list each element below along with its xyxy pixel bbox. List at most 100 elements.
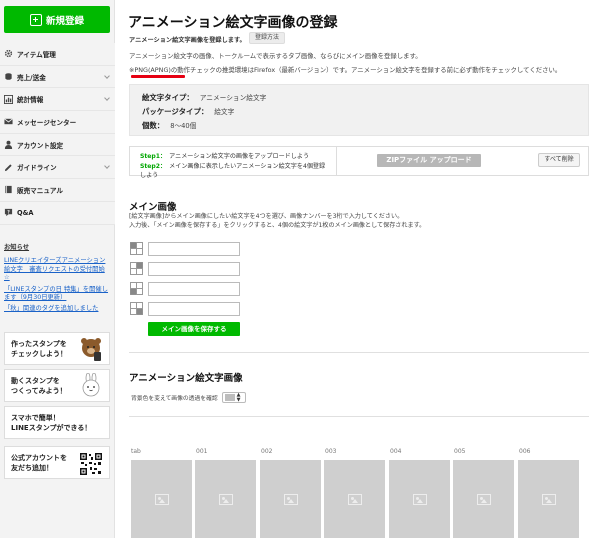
firefox-notice: ※PNG(APNG)の動作チェックの推奨環境はFirefox（最新バージョン）で… bbox=[129, 66, 562, 74]
delete-all-button[interactable]: すべて削除 bbox=[538, 153, 580, 167]
updown-arrows-icon: ▲ ▼ bbox=[236, 391, 241, 403]
plus-icon bbox=[29, 13, 42, 26]
description-line: [絵文字画像]からメイン画像にしたい絵文字を4つを選び、画像ナンバーを3桁で入力… bbox=[129, 213, 404, 220]
info-row: 個数： 8〜40個 bbox=[142, 118, 576, 132]
new-registration-button[interactable]: 新規登録 bbox=[4, 6, 110, 33]
upload-box: ZIPファイル アップロード すべて削除 bbox=[337, 146, 589, 176]
emoji-image-slot-tab[interactable] bbox=[131, 460, 192, 538]
sidebar-item-label: アイテム管理 bbox=[17, 50, 56, 59]
info-key: パッケージタイプ： bbox=[142, 106, 209, 116]
question-icon: ? bbox=[4, 208, 13, 217]
main-image-number-input[interactable] bbox=[148, 302, 240, 316]
thumb-label: 006 bbox=[519, 448, 531, 455]
sidebar-item-qa[interactable]: ? Q&A bbox=[0, 201, 115, 225]
howto-button[interactable]: 登録方法 bbox=[249, 32, 286, 44]
info-value: 8〜40個 bbox=[170, 122, 197, 130]
emoji-image-slot[interactable] bbox=[518, 460, 579, 538]
image-placeholder-icon bbox=[412, 493, 427, 505]
banner-animated-stamps[interactable]: 動くスタンプを つくってみよう！ bbox=[4, 369, 110, 402]
color-swatch bbox=[224, 394, 235, 401]
background-check-row: 背景色を変えて画像の透過を確認 ▲ ▼ bbox=[131, 392, 246, 403]
sidebar-item-message-center[interactable]: メッセージセンター bbox=[0, 111, 115, 134]
page-description: アニメーション絵文字の画像、トークルームで表示するタブ画像、ならびにメイン画像を… bbox=[129, 52, 422, 60]
image-placeholder-icon bbox=[347, 493, 362, 505]
page-subtitle: アニメーション絵文字画像を登録します。 bbox=[129, 37, 246, 44]
banner-check-stamps[interactable]: 作ったスタンプを チェックしよう！ bbox=[4, 332, 110, 365]
notice-section: お知らせ LINEクリエイターズアニメーション絵文字 審査リクエストの受付開始☆… bbox=[4, 244, 110, 317]
mail-icon bbox=[4, 117, 13, 126]
sidebar-item-guidelines[interactable]: ガイドライン bbox=[0, 156, 115, 180]
red-underline-mark bbox=[131, 75, 185, 78]
banner-line: スマホで簡単！ bbox=[11, 414, 60, 422]
emoji-image-slot[interactable] bbox=[389, 460, 450, 538]
thumb-label: 002 bbox=[261, 448, 273, 455]
info-value: 絵文字 bbox=[214, 108, 235, 116]
save-main-image-button[interactable]: メイン画像を保存する bbox=[148, 322, 240, 336]
banner-official-account[interactable]: 公式アカウントを 友だち追加！ bbox=[4, 446, 110, 479]
emoji-image-slot[interactable] bbox=[195, 460, 256, 538]
main-image-title: メイン画像 bbox=[129, 202, 177, 213]
animation-emoji-title: アニメーション絵文字画像 bbox=[129, 373, 243, 384]
divider bbox=[129, 352, 589, 353]
notice-title: お知らせ bbox=[4, 244, 30, 251]
notice-link[interactable]: 「秋」関連のタグを追加しました bbox=[4, 305, 110, 313]
book-icon bbox=[4, 185, 13, 194]
main-image-description: [絵文字画像]からメイン画像にしたい絵文字を4つを選び、画像ナンバーを3桁で入力… bbox=[129, 213, 425, 230]
gear-icon bbox=[4, 49, 13, 58]
svg-text:?: ? bbox=[7, 210, 10, 216]
emoji-image-slot[interactable] bbox=[453, 460, 514, 538]
thumb-label-tab: tab bbox=[131, 448, 141, 455]
background-check-label: 背景色を変えて画像の透過を確認 bbox=[131, 396, 218, 402]
rabbit-character-icon bbox=[82, 373, 100, 397]
slot-position-icon bbox=[130, 262, 143, 275]
main-image-number-input[interactable] bbox=[148, 262, 240, 276]
notice-link[interactable]: LINEクリエイターズアニメーション絵文字 審査リクエストの受付開始☆ bbox=[4, 257, 110, 282]
sidebar-item-label: Q&A bbox=[17, 208, 34, 217]
page-title: アニメーション絵文字画像の登録 bbox=[128, 15, 338, 31]
step-label: Step1： bbox=[140, 153, 167, 160]
coins-icon bbox=[4, 72, 13, 81]
image-placeholder-icon bbox=[541, 493, 556, 505]
divider bbox=[129, 416, 589, 417]
step-text: メイン画像に表示したいアニメーション絵文字を4個登録しよう bbox=[140, 162, 326, 180]
sidebar-item-statistics[interactable]: 統計情報 bbox=[0, 88, 115, 112]
step-line: Step1： アニメーション絵文字の画像をアップロードしよう bbox=[140, 152, 326, 162]
banner-smartphone-stamps[interactable]: スマホで簡単！ LINEスタンプができる！ bbox=[4, 406, 110, 439]
emoji-image-slot[interactable] bbox=[260, 460, 321, 538]
sidebar-item-label: 統計情報 bbox=[17, 96, 44, 105]
image-placeholder-icon bbox=[154, 493, 169, 505]
main-image-number-input[interactable] bbox=[148, 282, 240, 296]
slot-position-icon bbox=[130, 282, 143, 295]
sidebar-item-item-management[interactable]: アイテム管理 bbox=[0, 43, 115, 66]
sidebar-item-account-settings[interactable]: アカウント設定 bbox=[0, 133, 115, 157]
info-key: 個数： bbox=[142, 120, 165, 130]
image-placeholder-icon bbox=[476, 493, 491, 505]
chevron-down-icon bbox=[104, 163, 110, 170]
sidebar-item-sales[interactable]: 売上/送金 bbox=[0, 65, 115, 89]
step-label: Step2： bbox=[140, 162, 167, 170]
info-row: パッケージタイプ： 絵文字 bbox=[142, 104, 576, 118]
main-image-number-input[interactable] bbox=[148, 242, 240, 256]
sidebar-item-sales-manual[interactable]: 販売マニュアル bbox=[0, 179, 115, 202]
background-color-select[interactable]: ▲ ▼ bbox=[221, 391, 246, 403]
sidebar-item-label: 販売マニュアル bbox=[17, 186, 63, 195]
steps-box: Step1： アニメーション絵文字の画像をアップロードしよう Step2： メイン画… bbox=[129, 146, 337, 179]
slot-position-icon bbox=[130, 242, 143, 255]
banner-line: LINEスタンプができる！ bbox=[11, 424, 92, 432]
sidebar-item-label: 売上/送金 bbox=[17, 73, 46, 82]
user-icon bbox=[4, 140, 13, 150]
info-value: アニメーション絵文字 bbox=[199, 94, 267, 102]
chevron-down-icon bbox=[104, 72, 110, 79]
image-placeholder-icon bbox=[218, 493, 233, 505]
thumb-label: 003 bbox=[325, 448, 337, 455]
zip-upload-button[interactable]: ZIPファイル アップロード bbox=[377, 154, 481, 167]
sidebar-item-label: メッセージセンター bbox=[17, 118, 77, 127]
emoji-image-slot[interactable] bbox=[324, 460, 385, 538]
chevron-down-icon bbox=[104, 95, 110, 102]
step-text: アニメーション絵文字の画像をアップロードしよう bbox=[169, 153, 310, 160]
info-key: 絵文字タイプ： bbox=[142, 92, 194, 102]
step-line: Step2： メイン画像に表示したいアニメーション絵文字を4個登録しよう bbox=[140, 162, 326, 181]
notice-link[interactable]: 「LINEスタンプの日 特集」を開催します（9月30日更新） bbox=[4, 286, 110, 303]
pen-icon bbox=[4, 163, 13, 172]
chart-icon bbox=[4, 94, 13, 104]
